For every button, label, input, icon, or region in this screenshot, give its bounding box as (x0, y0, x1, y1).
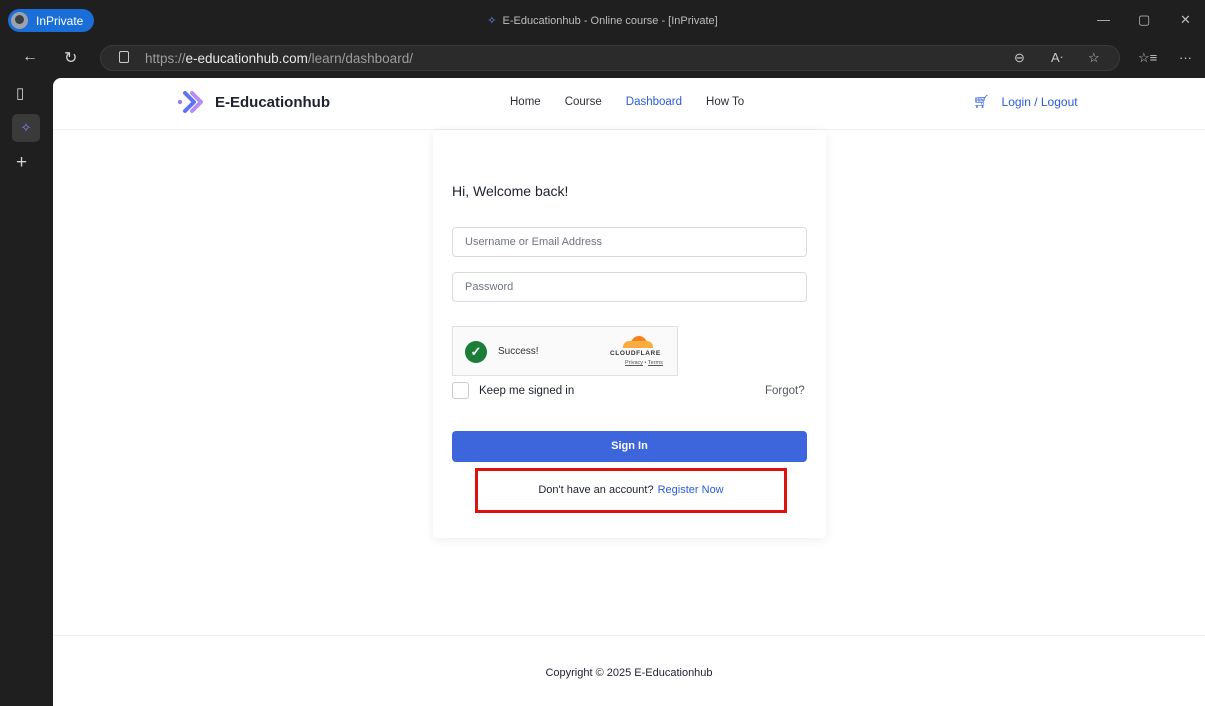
login-logout-link[interactable]: 🛒︎ Login / Logout (973, 94, 1078, 110)
password-field[interactable] (452, 272, 807, 302)
copyright-text: Copyright © 2025 E-Educationhub (545, 667, 713, 679)
browser-titlebar: InPrivate ✧ E-Educationhub - Online cours… (0, 0, 1205, 38)
tab-title-text: E-Educationhub - Online course - [InPriv… (502, 15, 718, 27)
tab-actions-icon[interactable]: ▯ (16, 84, 24, 102)
brand-logo-icon (177, 91, 203, 113)
nav-dashboard[interactable]: Dashboard (626, 96, 682, 108)
site-favicon-icon: ✧ (487, 15, 497, 27)
page-viewport: E-Educationhub Home Course Dashboard How… (53, 78, 1205, 706)
new-tab-icon[interactable]: + (16, 152, 27, 174)
nav-home[interactable]: Home (510, 96, 541, 108)
keep-signed-in-label: Keep me signed in (479, 384, 575, 397)
captcha-status: Success! (498, 346, 539, 357)
username-field[interactable] (452, 227, 807, 257)
url-text[interactable]: https://e-educationhub.com/learn/dashboa… (145, 51, 413, 66)
nav-course[interactable]: Course (565, 96, 602, 108)
site-footer: Copyright © 2025 E-Educationhub (53, 635, 1205, 706)
cloudflare-captcha[interactable]: ✓ Success! CLOUDFLARE Privacy • Terms (452, 326, 678, 376)
site-logo[interactable]: E-Educationhub (177, 90, 330, 114)
lock-icon (119, 51, 129, 63)
close-icon[interactable]: ✕ (1180, 12, 1191, 28)
nav-how-to[interactable]: How To (706, 96, 744, 108)
zoom-out-icon[interactable]: ⊖ (1014, 50, 1025, 66)
browser-sidebar: ▯ ✧ + (0, 78, 53, 706)
register-prompt: Don't have an account? Register Now (478, 484, 784, 496)
favorite-star-icon[interactable]: ☆ (1088, 50, 1100, 66)
refresh-icon[interactable]: ↻ (64, 48, 77, 68)
url-prefix: https:// (145, 51, 186, 66)
success-check-icon: ✓ (465, 341, 487, 363)
register-now-link[interactable]: Register Now (658, 484, 724, 496)
address-bar[interactable]: https://e-educationhub.com/learn/dashboa… (100, 45, 1120, 71)
login-logout-label: Login / Logout (1001, 95, 1078, 109)
forgot-link[interactable]: Forgot? (765, 385, 805, 397)
captcha-terms-link[interactable]: Terms (648, 360, 663, 366)
site-header: E-Educationhub Home Course Dashboard How… (53, 78, 1205, 130)
active-tab-favicon-icon[interactable]: ✧ (12, 114, 40, 142)
brand-name: E-Educationhub (215, 93, 330, 111)
keep-signed-in-checkbox[interactable] (452, 382, 469, 399)
keep-signed-in[interactable]: Keep me signed in (452, 382, 574, 399)
url-path: /learn/dashboard/ (307, 51, 413, 66)
password-input[interactable] (453, 273, 806, 301)
cart-icon: 🛒︎ (973, 94, 990, 109)
welcome-heading: Hi, Welcome back! (452, 183, 569, 199)
main-nav: Home Course Dashboard How To (510, 96, 744, 108)
read-aloud-icon[interactable]: Aᐧ (1051, 50, 1063, 66)
register-highlight: Don't have an account? Register Now (475, 468, 787, 513)
captcha-links: Privacy • Terms (625, 360, 663, 366)
captcha-privacy-link[interactable]: Privacy (625, 360, 643, 366)
cloudflare-logo-icon (623, 336, 653, 348)
url-host: e-educationhub.com (185, 51, 308, 66)
username-input[interactable] (453, 228, 806, 256)
cloudflare-brand: CLOUDFLARE (610, 350, 661, 357)
minimize-icon[interactable]: — (1097, 12, 1110, 27)
tab-title: ✧ E-Educationhub - Online course - [InPri… (0, 14, 1205, 27)
back-icon[interactable]: ← (22, 48, 38, 66)
no-account-text: Don't have an account? (538, 484, 654, 496)
restore-icon[interactable]: ▢ (1138, 12, 1150, 28)
browser-toolbar: ← ↻ https://e-educationhub.com/learn/das… (0, 38, 1205, 78)
favorites-list-icon[interactable]: ☆≡ (1138, 50, 1157, 66)
sign-in-button[interactable]: Sign In (452, 431, 807, 462)
more-options-icon[interactable]: ··· (1179, 50, 1192, 65)
